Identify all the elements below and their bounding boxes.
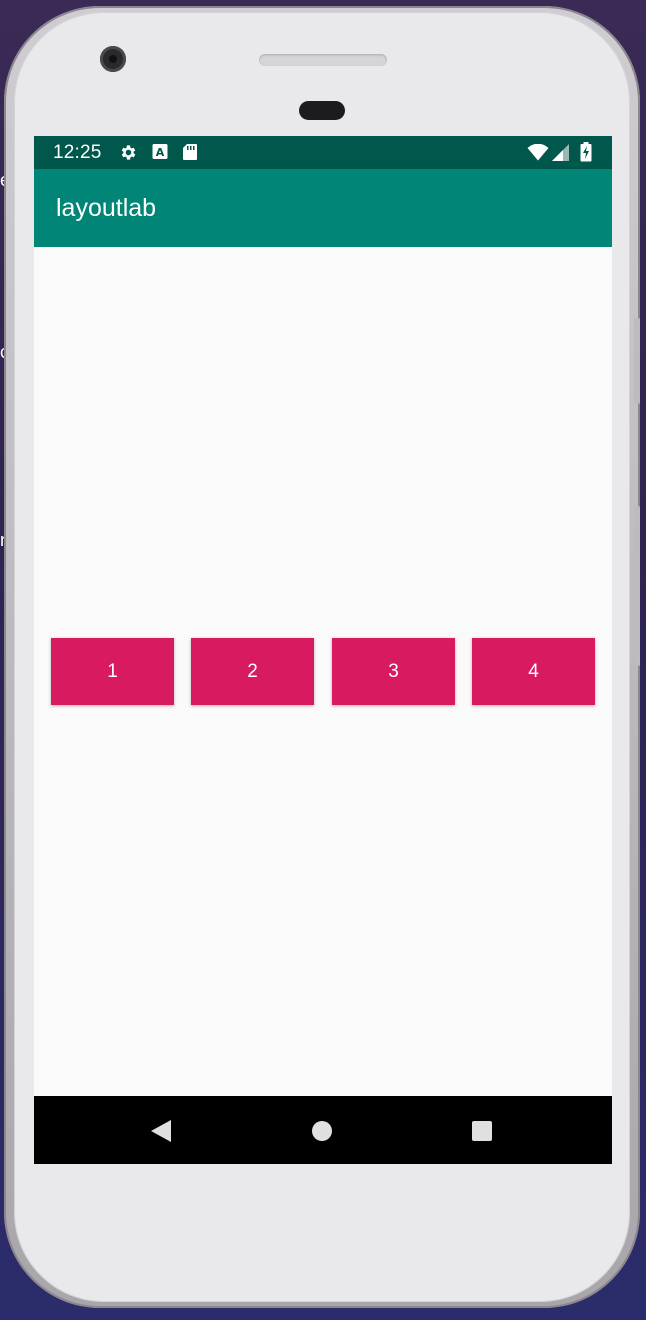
status-time: 12:25	[53, 142, 102, 163]
navigation-bar	[34, 1096, 612, 1164]
home-icon[interactable]	[308, 1117, 336, 1145]
button-3[interactable]: 3	[332, 638, 455, 705]
power-button	[634, 318, 640, 404]
button-label: 1	[107, 660, 118, 682]
settings-icon	[119, 143, 138, 161]
earpiece-speaker	[259, 54, 387, 66]
signal-icon	[552, 144, 570, 162]
button-1[interactable]: 1	[51, 638, 174, 705]
button-4[interactable]: 4	[472, 638, 595, 705]
volume-button	[634, 506, 640, 666]
a-keyboard-icon: A	[152, 143, 169, 161]
front-camera	[100, 46, 126, 72]
device-screen: 12:25 A layoutlab 1 2 3 4	[34, 136, 612, 1164]
app-bar: layoutlab	[34, 169, 612, 247]
svg-text:A: A	[156, 146, 165, 159]
wifi-icon	[527, 143, 549, 162]
proximity-sensor	[299, 101, 345, 120]
button-2[interactable]: 2	[191, 638, 314, 705]
button-label: 3	[388, 660, 399, 682]
recents-icon[interactable]	[468, 1117, 496, 1145]
button-label: 4	[528, 660, 539, 682]
content-area: 1 2 3 4	[34, 247, 612, 1096]
back-icon[interactable]	[147, 1117, 175, 1145]
sd-card-icon	[182, 143, 198, 161]
app-title: layoutlab	[56, 194, 157, 222]
status-bar: 12:25 A	[34, 136, 612, 169]
button-label: 2	[247, 660, 258, 682]
battery-charging-icon	[580, 142, 592, 162]
